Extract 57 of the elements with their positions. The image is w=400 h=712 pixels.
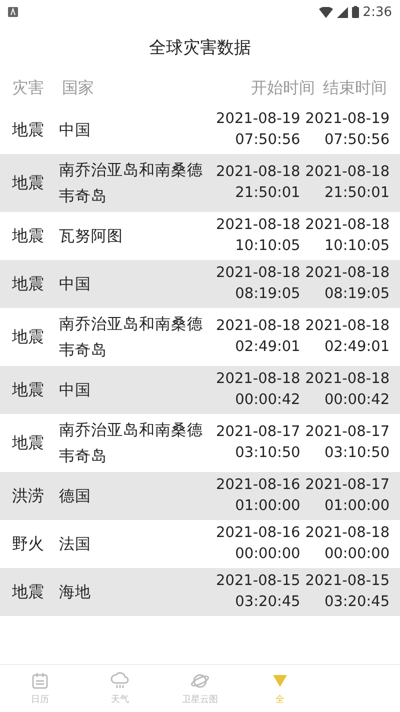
table-cell-text: 2021-08-18 10:10:05 xyxy=(305,216,390,256)
table-cell-text: 2021-08-17 01:00:00 xyxy=(305,476,390,516)
table-cell-text: 南乔治亚岛和南桑德韦奇岛 xyxy=(59,420,204,467)
table-cell-text: 地震 xyxy=(12,380,45,400)
table-row[interactable]: 地震 中国 2021-08-18 08:19:05 2021-08-18 08:19:05 xyxy=(0,260,400,308)
table-cell-text: 2021-08-18 10:10:05 xyxy=(216,216,300,256)
table-row[interactable]: 地震 海地 2021-08-15 03:20:45 2021-08-15 03:20:45 xyxy=(0,568,400,616)
table-cell-text: 2021-08-18 02:49:01 xyxy=(305,317,390,357)
table-cell-text: 2021-08-18 00:00:42 xyxy=(216,370,300,410)
cloud-rain-icon xyxy=(110,672,130,690)
planet-icon xyxy=(190,672,210,690)
table-cell-text: 2021-08-18 08:19:05 xyxy=(305,264,390,304)
table-cell-text: 南乔治亚岛和南桑德韦奇岛 xyxy=(59,160,204,207)
column-header: 开始时间 xyxy=(251,78,315,98)
table-cell-text: 地震 xyxy=(12,120,45,140)
table-cell-text: 野火 xyxy=(12,534,45,554)
table-cell-text: 2021-08-19 07:50:56 xyxy=(305,110,390,150)
column-header: 国家 xyxy=(62,78,95,98)
table-cell-text: 2021-08-18 21:50:01 xyxy=(216,163,300,203)
table-cell-text: 海地 xyxy=(59,582,92,603)
table-cell-text: 2021-08-16 01:00:00 xyxy=(216,476,300,516)
battery-icon xyxy=(352,6,359,18)
column-header: 灾害 xyxy=(12,78,45,98)
table-cell-text: 洪涝 xyxy=(12,486,45,506)
table-cell-text: 法国 xyxy=(59,534,92,555)
table-cell-text: 2021-08-17 03:10:50 xyxy=(216,423,300,463)
table-cell-text: 地震 xyxy=(12,582,45,602)
calendar-icon xyxy=(31,672,49,690)
table-cell-text: 德国 xyxy=(59,486,92,507)
table-cell-text: 2021-08-17 03:10:50 xyxy=(305,423,390,463)
table-cell-text: 地震 xyxy=(12,274,45,294)
table-cell-text: 南乔治亚岛和南桑德韦奇岛 xyxy=(59,314,204,361)
table-row[interactable]: 地震 中国 2021-08-18 00:00:42 2021-08-18 00:00:42 xyxy=(0,366,400,414)
table-cell-text: 瓦努阿图 xyxy=(59,226,124,247)
status-time: 2:36 xyxy=(362,4,392,20)
signal-icon xyxy=(336,6,348,18)
table-cell-text: 中国 xyxy=(59,380,92,401)
table-cell-text: 2021-08-18 21:50:01 xyxy=(305,163,390,203)
table-row[interactable]: 洪涝 德国 2021-08-16 01:00:00 2021-08-17 01:00:00 xyxy=(0,472,400,520)
table-cell-text: 2021-08-18 02:49:01 xyxy=(216,317,300,357)
table-cell-text: 中国 xyxy=(59,274,92,295)
table-cell-text: 2021-08-18 00:00:42 xyxy=(305,370,390,410)
table-cell-text: 地震 xyxy=(12,432,45,454)
page-title: 全球灾害数据 xyxy=(149,36,251,58)
table-cell-text: 地震 xyxy=(12,226,45,246)
table-cell-text: 2021-08-15 03:20:45 xyxy=(216,572,300,612)
table-cell-text: 地震 xyxy=(12,172,45,194)
table-cell-text: 地震 xyxy=(12,326,45,348)
table-cell-text: 2021-08-18 08:19:05 xyxy=(216,264,300,304)
column-header: 结束时间 xyxy=(323,78,387,98)
table-cell-text: 中国 xyxy=(59,120,92,141)
notification-icon xyxy=(8,7,18,17)
table-cell-text: 2021-08-16 00:00:00 xyxy=(216,524,300,564)
wifi-icon xyxy=(318,6,333,18)
table-cell-text: 2021-08-15 03:20:45 xyxy=(305,572,390,612)
table-cell-text: 2021-08-18 00:00:00 xyxy=(305,524,390,564)
table-cell-text: 2021-08-19 07:50:56 xyxy=(216,110,300,150)
